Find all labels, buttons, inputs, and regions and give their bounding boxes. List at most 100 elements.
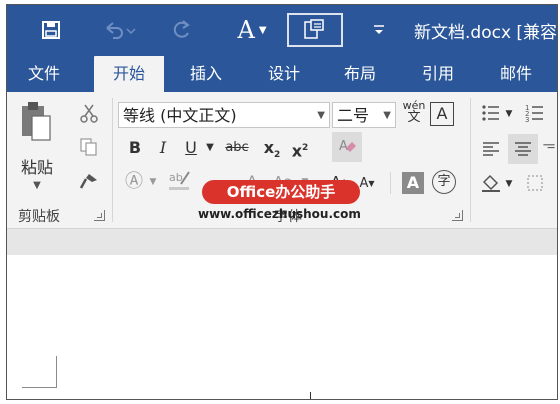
caret-down-icon: ▼ — [368, 179, 375, 188]
cut-icon — [80, 104, 98, 123]
chevron-down-icon: ▼ — [33, 180, 41, 191]
underline-button[interactable]: U — [182, 136, 200, 160]
page-margin-mark — [22, 387, 56, 388]
clipboard-group-label: 剪贴板 — [18, 209, 60, 225]
superscript-button[interactable]: x2 — [288, 136, 312, 160]
tab-home[interactable]: 开始 — [94, 56, 164, 92]
paste-icon — [22, 102, 51, 141]
font-quick-label: A — [237, 16, 255, 44]
paste-button[interactable]: 粘贴 ▼ — [16, 98, 58, 198]
italic-button[interactable]: I — [154, 136, 172, 160]
text-effects-icon: Ⓐ — [125, 171, 143, 192]
clipboard-launcher-icon[interactable] — [94, 210, 105, 221]
customize-quick-access-button[interactable] — [366, 12, 392, 48]
ruler-band — [6, 229, 558, 255]
subscript-mark: 2 — [274, 150, 281, 161]
tab-references[interactable]: 引用 — [408, 56, 468, 92]
tab-design[interactable]: 设计 — [254, 56, 314, 92]
numbering-button[interactable]: 1 2 3 — [524, 102, 546, 124]
watermark-url: www.officezhushou.com — [198, 207, 361, 221]
character-border-label: A — [436, 104, 448, 123]
enclose-characters-button[interactable]: 字 — [432, 170, 456, 194]
chevron-down-icon: ▼ — [317, 110, 325, 121]
group-divider — [470, 98, 471, 222]
chevron-down-icon[interactable]: ▼ — [504, 172, 514, 196]
font-size-combo[interactable]: 二号 ▼ — [332, 102, 396, 128]
group-divider — [112, 98, 113, 222]
chevron-down-icon: ▼ — [383, 110, 391, 121]
watermark-brand: Office办公助手 — [202, 180, 360, 204]
character-border-button[interactable]: A — [430, 102, 454, 126]
touch-mode-icon — [304, 19, 324, 39]
frame-border — [6, 4, 558, 5]
word-window: A ▼ 新文档.docx [兼容 文件 开始 插入 设计 布局 引用 邮件 粘贴… — [6, 4, 558, 400]
page-margin-mark — [56, 356, 57, 388]
document-page[interactable] — [6, 255, 558, 400]
touch-mode-button[interactable] — [284, 12, 346, 48]
numbering-icon: 1 2 3 — [525, 104, 543, 123]
font-size-value: 二号 — [337, 106, 370, 125]
undo-button[interactable] — [100, 12, 140, 48]
document-title: 新文档.docx [兼容 — [414, 23, 558, 43]
cut-button[interactable] — [78, 102, 100, 124]
font-name-combo[interactable]: 等线 (中文正文) ▼ — [118, 102, 330, 128]
tab-layout[interactable]: 布局 — [330, 56, 390, 92]
align-center-button[interactable] — [508, 134, 538, 164]
align-right-icon — [543, 144, 555, 149]
chevron-down-icon[interactable]: ▼ — [204, 136, 216, 160]
frame-border — [6, 399, 558, 400]
svg-text:3: 3 — [525, 116, 529, 123]
subscript-button[interactable]: x2 — [260, 136, 284, 160]
undo-icon — [106, 22, 136, 39]
copy-icon — [80, 138, 97, 156]
highlight-color-button[interactable]: ab — [166, 168, 194, 192]
bold-button[interactable]: B — [126, 136, 144, 160]
paste-label: 粘贴 — [20, 158, 53, 177]
align-left-button[interactable] — [480, 138, 502, 160]
format-painter-icon — [79, 174, 97, 189]
subscript-label: x — [263, 138, 275, 157]
phonetic-bottom: 文 — [407, 110, 421, 125]
customize-icon — [374, 25, 384, 34]
font-launcher-icon[interactable] — [452, 210, 463, 221]
frame-border — [6, 4, 7, 400]
superscript-label: x — [291, 141, 303, 161]
bullets-icon — [482, 105, 499, 121]
character-shading-button[interactable]: A — [402, 172, 424, 194]
clear-formatting-icon: A — [339, 139, 356, 154]
borders-button[interactable] — [524, 172, 546, 194]
ribbon-tabs: 文件 开始 插入 设计 布局 引用 邮件 — [6, 56, 558, 92]
tab-mailings[interactable]: 邮件 — [486, 56, 546, 92]
chevron-down-icon[interactable]: ▼ — [148, 170, 158, 194]
frame-border — [557, 4, 558, 400]
borders-icon — [527, 175, 543, 191]
redo-icon — [173, 20, 190, 38]
save-button[interactable] — [36, 12, 66, 48]
phonetic-guide-button[interactable]: wén 文 — [402, 100, 426, 130]
paint-bucket-icon — [482, 174, 500, 192]
highlighter-icon: ab — [169, 171, 190, 190]
redo-button[interactable] — [166, 12, 196, 48]
svg-text:A: A — [339, 139, 348, 154]
align-center-icon — [515, 142, 531, 156]
tab-insert[interactable]: 插入 — [176, 56, 236, 92]
text-effects-button[interactable]: Ⓐ — [122, 170, 146, 194]
shading-button[interactable] — [480, 172, 502, 194]
chevron-down-icon: ▼ — [258, 24, 267, 36]
superscript-mark: 2 — [302, 143, 309, 153]
font-name-value: 等线 (中文正文) — [123, 106, 237, 125]
font-quick-button[interactable]: A ▼ — [230, 12, 274, 48]
align-left-icon — [483, 142, 499, 156]
tab-file[interactable]: 文件 — [14, 56, 74, 92]
copy-button[interactable] — [78, 136, 100, 158]
strikethrough-button[interactable]: abc — [220, 136, 254, 160]
clear-formatting-button[interactable]: A — [332, 132, 362, 162]
align-right-button[interactable] — [542, 138, 556, 160]
bullets-button[interactable] — [480, 102, 502, 124]
svg-text:ab: ab — [169, 171, 183, 184]
divider — [390, 172, 391, 194]
title-bar: A ▼ 新文档.docx [兼容 — [6, 4, 558, 56]
format-painter-button[interactable] — [78, 170, 100, 192]
save-icon — [42, 21, 60, 39]
chevron-down-icon[interactable]: ▼ — [504, 102, 514, 126]
